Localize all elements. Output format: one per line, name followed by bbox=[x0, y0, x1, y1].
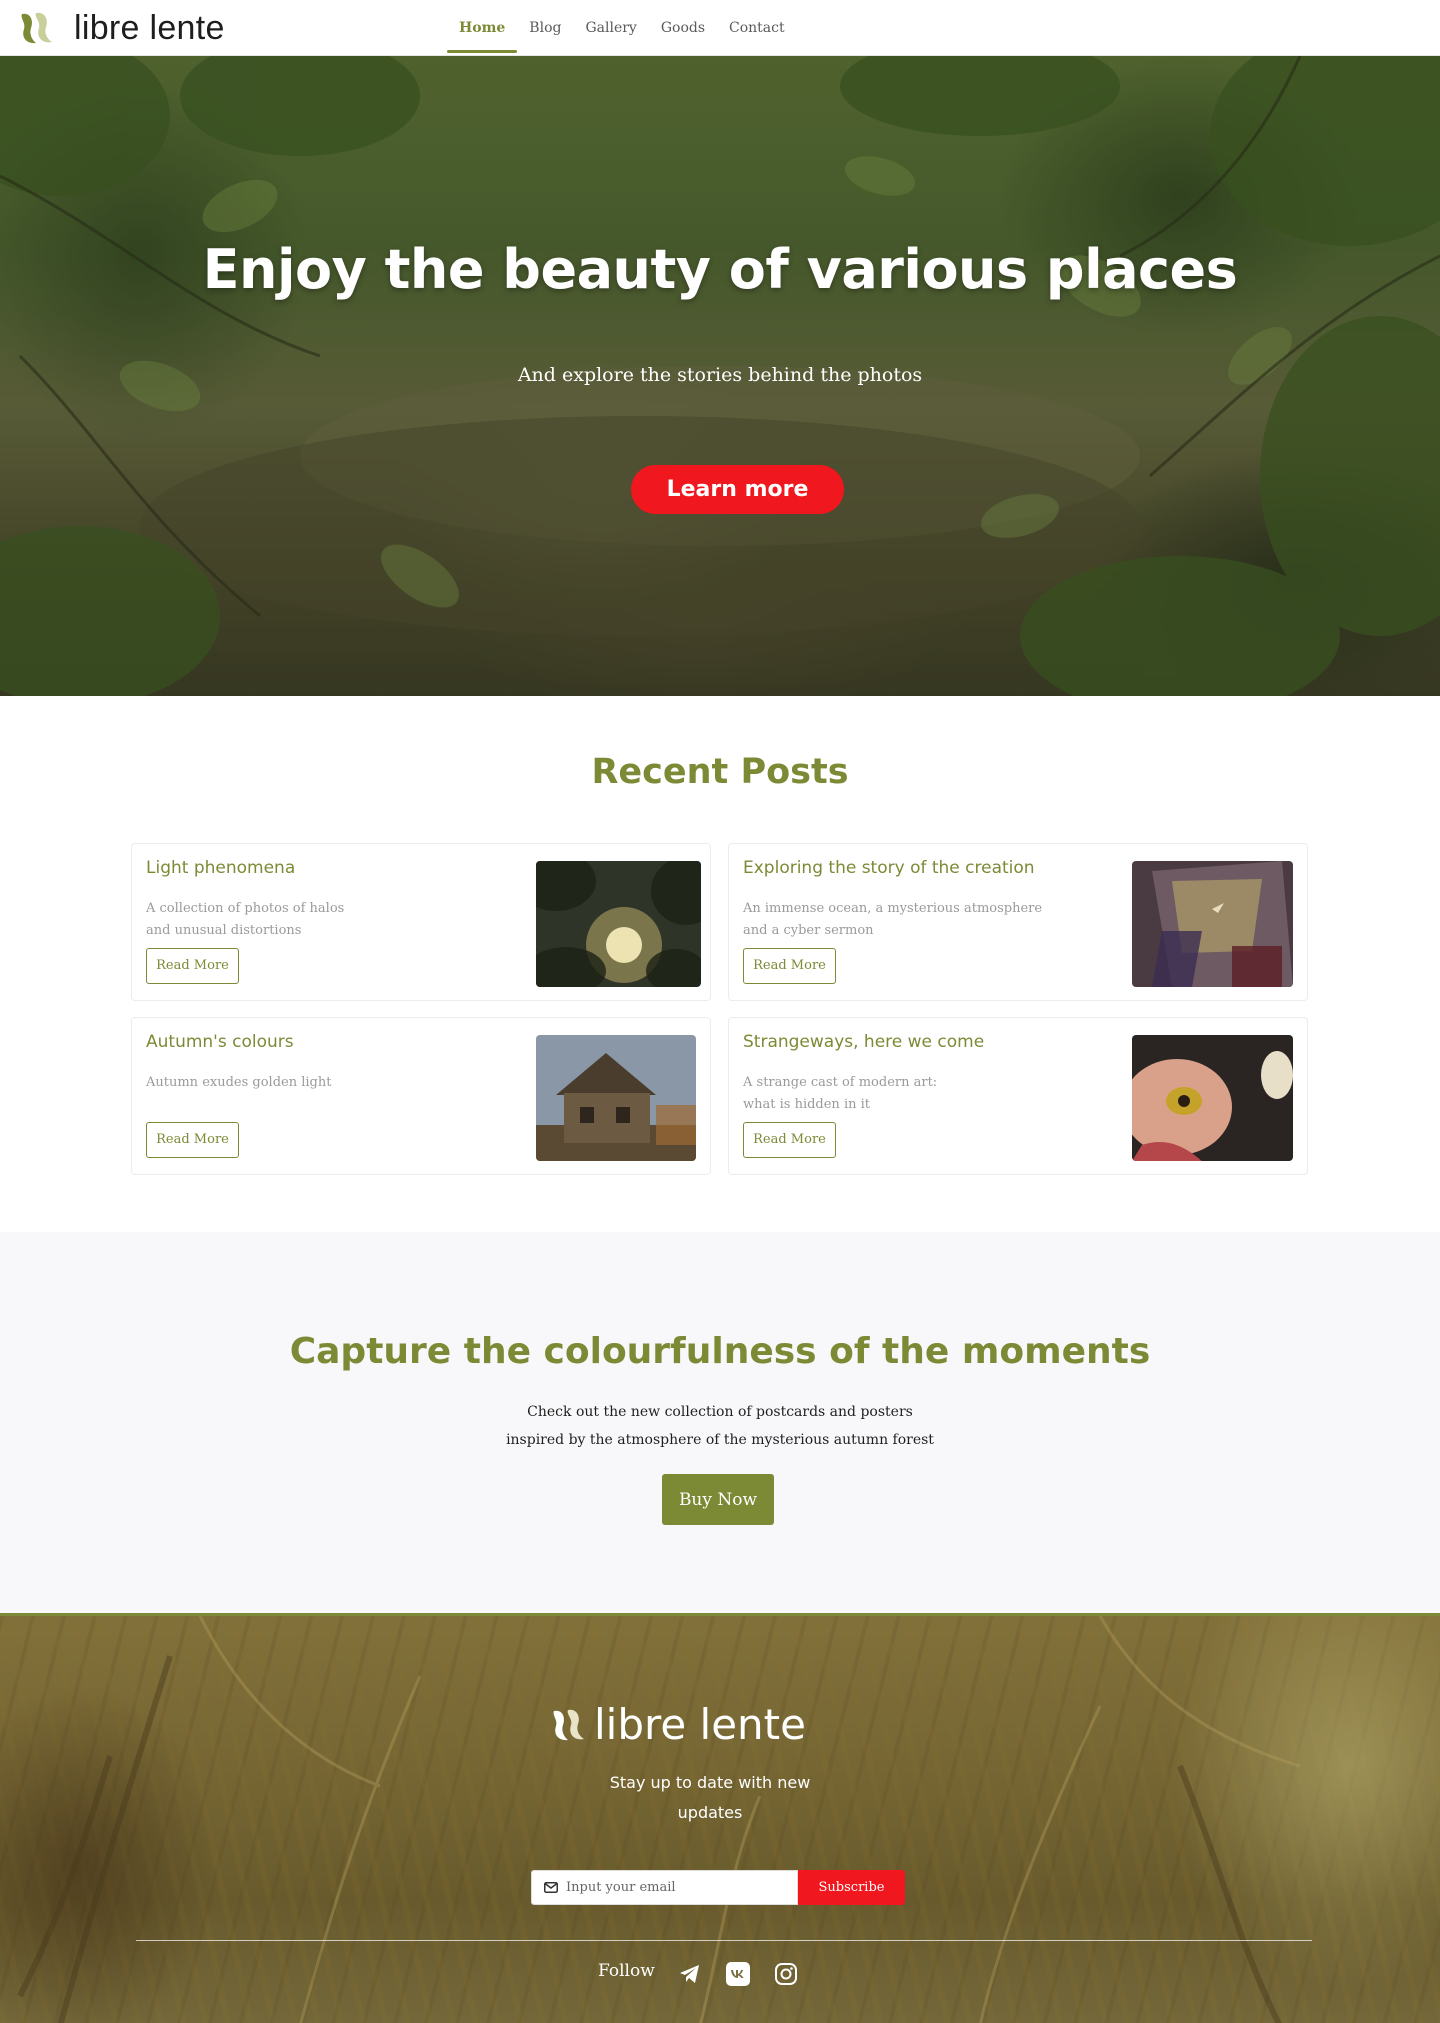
post-image-house[interactable] bbox=[536, 1035, 696, 1161]
follow-label: Follow bbox=[598, 1961, 655, 1981]
promo-section: Capture the colourfulness of the moments… bbox=[0, 1232, 1440, 1613]
post-title[interactable]: Autumn's colours bbox=[146, 1032, 294, 1052]
site-header: libre lente Home Blog Gallery Goods Cont… bbox=[0, 0, 1440, 56]
nav-contact[interactable]: Contact bbox=[717, 0, 797, 56]
site-footer: libre lente Stay up to date with new upd… bbox=[0, 1613, 1440, 2023]
read-more-button[interactable]: Read More bbox=[146, 948, 239, 984]
telegram-icon[interactable] bbox=[678, 1962, 702, 1986]
main-nav: Home Blog Gallery Goods Contact bbox=[447, 0, 797, 56]
footer-tagline: Stay up to date with new updates bbox=[609, 1773, 811, 1822]
post-image-modern-art[interactable] bbox=[1132, 1035, 1293, 1161]
post-card-strangeways: Strangeways, here we come A strange cast… bbox=[728, 1017, 1308, 1175]
post-description: A strange cast of modern art: what is hi… bbox=[743, 1075, 938, 1112]
nav-blog[interactable]: Blog bbox=[517, 0, 573, 56]
logo-mark-icon bbox=[21, 12, 52, 44]
nav-home[interactable]: Home bbox=[447, 0, 518, 56]
read-more-button[interactable]: Read More bbox=[743, 948, 836, 984]
footer-logo[interactable]: libre lente bbox=[550, 1700, 806, 1749]
post-title[interactable]: Exploring the story of the creation bbox=[743, 858, 1035, 878]
footer-logo-text: libre lente bbox=[594, 1700, 806, 1749]
post-image-ocean[interactable] bbox=[1132, 861, 1293, 987]
read-more-button[interactable]: Read More bbox=[743, 1122, 836, 1158]
nav-gallery[interactable]: Gallery bbox=[573, 0, 648, 56]
post-title[interactable]: Strangeways, here we come bbox=[743, 1032, 984, 1052]
post-description: An immense ocean, a mysterious atmospher… bbox=[743, 901, 1043, 938]
mail-icon bbox=[544, 1882, 558, 1893]
vk-icon[interactable] bbox=[726, 1962, 750, 1986]
footer-divider bbox=[136, 1940, 1312, 1941]
hero-title: Enjoy the beauty of various places bbox=[202, 238, 1238, 301]
recent-posts-title: Recent Posts bbox=[591, 752, 849, 792]
post-title[interactable]: Light phenomena bbox=[146, 858, 295, 878]
post-card-light-phenomena: Light phenomena A collection of photos o… bbox=[131, 843, 711, 1001]
post-description: Autumn exudes golden light bbox=[146, 1075, 332, 1090]
buy-now-button[interactable]: Buy Now bbox=[662, 1474, 774, 1525]
hero-subtitle: And explore the stories behind the photo… bbox=[517, 364, 923, 386]
promo-text: Check out the new collection of postcard… bbox=[506, 1404, 934, 1448]
post-image-halo[interactable] bbox=[536, 861, 701, 987]
email-field-wrapper bbox=[531, 1870, 798, 1905]
post-card-autumns-colours: Autumn's colours Autumn exudes golden li… bbox=[131, 1017, 711, 1175]
subscribe-button[interactable]: Subscribe bbox=[798, 1870, 905, 1905]
instagram-icon[interactable] bbox=[774, 1962, 798, 1986]
nav-goods[interactable]: Goods bbox=[649, 0, 717, 56]
logo-text: libre lente bbox=[74, 9, 225, 47]
promo-title: Capture the colourfulness of the moments bbox=[289, 1331, 1151, 1372]
site-logo[interactable]: libre lente bbox=[18, 10, 225, 46]
hero-section: Enjoy the beauty of various places And e… bbox=[0, 56, 1440, 696]
learn-more-button[interactable]: Learn more bbox=[631, 465, 844, 514]
logo-mark-icon bbox=[553, 1709, 584, 1740]
read-more-button[interactable]: Read More bbox=[146, 1122, 239, 1158]
post-description: A collection of photos of halos and unus… bbox=[146, 901, 345, 938]
email-field[interactable] bbox=[566, 1880, 786, 1895]
post-card-exploring-story: Exploring the story of the creation An i… bbox=[728, 843, 1308, 1001]
